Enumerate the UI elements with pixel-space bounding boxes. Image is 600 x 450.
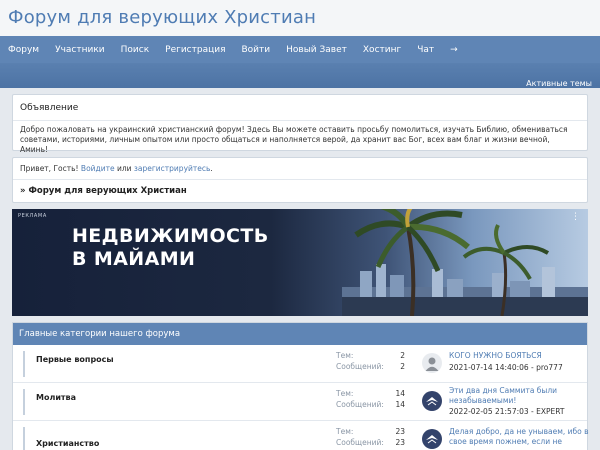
last-post-title[interactable]: КОГО НУЖНО БОЯТЬСЯ — [449, 351, 589, 361]
last-post-title[interactable]: Эти два дня Саммита были незабываемыми! — [449, 386, 589, 406]
last-post-meta: 2021-07-14 14:40:06 - pro777 — [449, 363, 563, 372]
main-nav: Форум Участники Поиск Регистрация Войти … — [0, 36, 600, 63]
nav-item-more-arrow[interactable]: → — [450, 45, 458, 55]
greeting-panel: Привет, Гость! Войдите или зарегистрируй… — [12, 157, 588, 203]
user-placeholder-icon[interactable] — [422, 353, 442, 373]
forum-status-bar — [23, 389, 25, 415]
active-topics-link[interactable]: Активные темы — [526, 79, 592, 88]
greeting-line: Привет, Гость! Войдите или зарегистрируй… — [13, 158, 587, 180]
topics-label: Тем: — [336, 427, 354, 436]
topics-count: 14 — [395, 389, 405, 398]
nav-item-forum[interactable]: Форум — [8, 45, 39, 55]
nav-item-new-testament[interactable]: Новый Завет — [286, 45, 347, 55]
breadcrumb[interactable]: » Форум для верующих Христиан — [13, 180, 587, 196]
categories-header: Главные категории нашего форума — [13, 323, 587, 345]
last-post-meta: 2022-02-05 21:57:03 - EXPERT — [449, 407, 565, 416]
nav-item-register[interactable]: Регистрация — [165, 45, 225, 55]
forum-status-bar — [23, 427, 25, 450]
posts-count: 14 — [395, 400, 405, 409]
posts-label: Сообщений: — [336, 362, 384, 371]
topics-label: Тем: — [336, 351, 354, 360]
nav-item-chat[interactable]: Чат — [417, 45, 434, 55]
site-header: Форум для верующих Христиан — [0, 0, 600, 36]
register-link[interactable]: зарегистрируйтесь — [134, 164, 211, 173]
forum-title-link[interactable]: Первые вопросы — [36, 355, 114, 364]
posts-label: Сообщений: — [336, 438, 384, 447]
ad-banner[interactable]: РЕКЛАМА ⋮ НЕДВИЖИМОСТЬ В МАЙАМИ — [12, 209, 588, 316]
nav-item-search[interactable]: Поиск — [121, 45, 150, 55]
forum-row: Молитва Тем: 14 Сообщений: 14 Эти два дн… — [13, 383, 587, 421]
ad-label: РЕКЛАМА — [18, 213, 47, 219]
posts-label: Сообщений: — [336, 400, 384, 409]
greeting-or: или — [116, 164, 132, 173]
nav-item-hosting[interactable]: Хостинг — [363, 45, 401, 55]
topics-count: 2 — [400, 351, 405, 360]
announcement-panel: Объявление Добро пожаловать на украински… — [12, 94, 588, 154]
login-link[interactable]: Войдите — [81, 164, 115, 173]
nav-item-members[interactable]: Участники — [55, 45, 105, 55]
topics-label: Тем: — [336, 389, 354, 398]
nav-item-login[interactable]: Войти — [242, 45, 271, 55]
posts-count: 2 — [400, 362, 405, 371]
forum-title-link[interactable]: Молитва — [36, 393, 76, 402]
expert-avatar-icon[interactable] — [422, 391, 442, 411]
greeting-end: . — [210, 164, 213, 173]
greeting-hello: Привет, Гость! — [20, 164, 79, 173]
site-title[interactable]: Форум для верующих Христиан — [8, 7, 600, 28]
ad-headline-line1: НЕДВИЖИМОСТЬ — [72, 225, 269, 247]
last-post-title[interactable]: Делая добро, да не унываем, ибо в свое в… — [449, 427, 589, 447]
palm-city-illustration — [342, 209, 588, 316]
forum-status-bar — [23, 351, 25, 377]
forum-title-link[interactable]: Христианство — [36, 439, 99, 448]
announcement-title: Объявление — [13, 95, 587, 121]
ad-headline-line2: В МАЙАМИ — [72, 248, 196, 270]
sub-nav-bar: Активные темы — [0, 63, 600, 88]
expert-avatar-icon[interactable] — [422, 429, 442, 449]
forum-row: Христианство Тем: 23 Сообщений: 23 Делая… — [13, 421, 589, 450]
topics-count: 23 — [395, 427, 405, 436]
ad-headline: НЕДВИЖИМОСТЬ В МАЙАМИ — [72, 225, 269, 271]
announcement-text: Добро пожаловать на украинский христианс… — [20, 125, 568, 154]
categories-panel: Главные категории нашего форума Первые в… — [12, 322, 589, 450]
forum-row: Первые вопросы Тем: 2 Сообщений: 2 КОГО … — [13, 345, 587, 383]
posts-count: 23 — [395, 438, 405, 447]
